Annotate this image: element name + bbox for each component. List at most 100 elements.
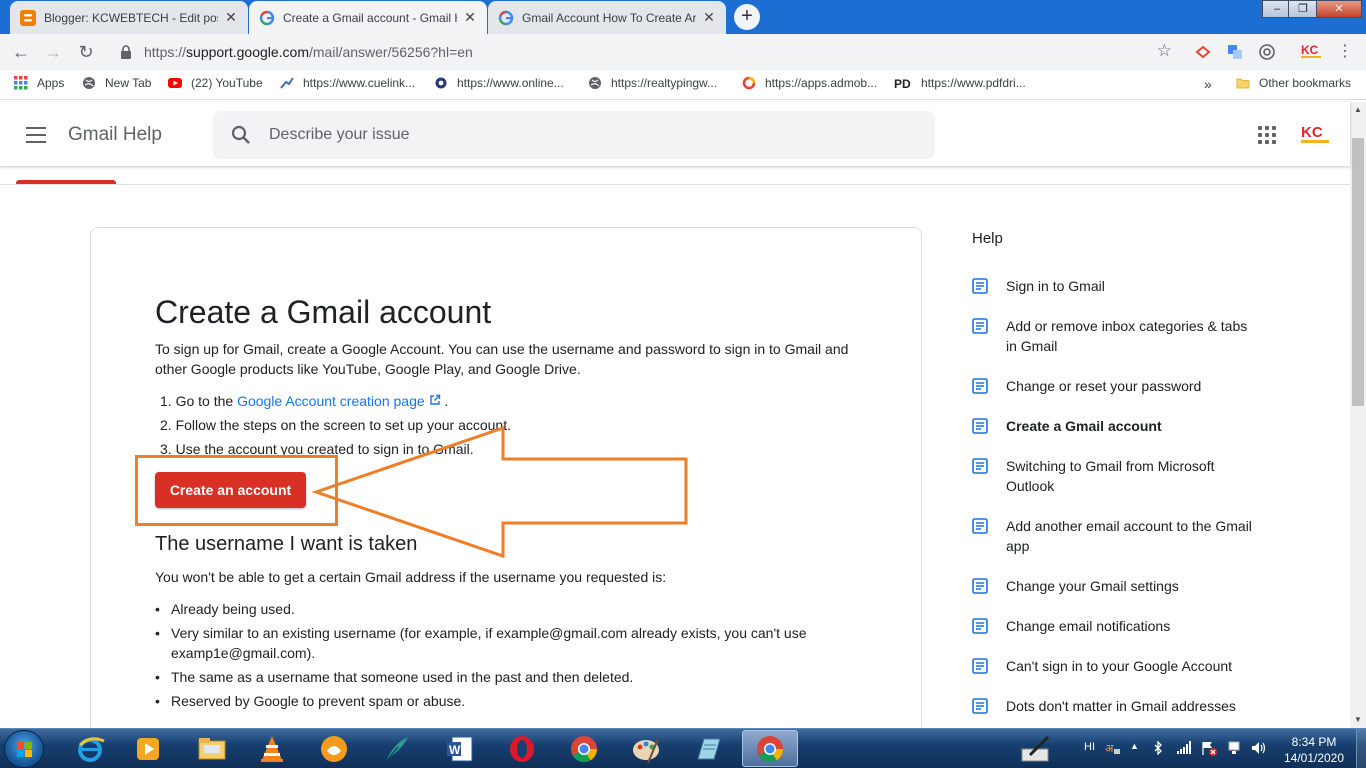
vlc-icon[interactable] [256, 733, 288, 765]
start-button[interactable] [4, 730, 44, 768]
extension-at-icon[interactable] [1258, 43, 1276, 61]
close-icon[interactable]: ✕ [463, 9, 477, 26]
show-desktop-button[interactable] [1356, 729, 1366, 768]
window-close-button[interactable]: ✕ [1316, 0, 1362, 18]
scroll-down-icon[interactable]: ▼ [1350, 712, 1366, 728]
scroll-thumb[interactable] [1352, 138, 1364, 406]
system-clock[interactable]: 8:34 PM 14/01/2020 [1278, 734, 1350, 766]
maximize-button[interactable]: ❐ [1288, 0, 1318, 18]
sidebar-item[interactable]: Create a Gmail account [972, 416, 1262, 436]
bookmark-apps[interactable]: Apps [14, 76, 64, 90]
chrome-icon[interactable] [568, 733, 600, 765]
tray-expand-icon[interactable]: ▲ [1130, 741, 1139, 751]
search-input[interactable] [269, 126, 869, 144]
sidebar-item[interactable]: Change your Gmail settings [972, 576, 1262, 596]
menu-kebab-icon[interactable]: ⋮ [1334, 41, 1356, 63]
divider [0, 184, 1350, 185]
close-icon[interactable]: ✕ [224, 9, 238, 26]
sidebar-item[interactable]: Add or remove inbox categories & tabs in… [972, 316, 1262, 356]
extension-red-icon[interactable] [1194, 43, 1212, 61]
network-icon[interactable] [1226, 740, 1242, 756]
bookmark-star-icon[interactable]: ☆ [1157, 41, 1172, 61]
sidebar-item[interactable]: Can't sign in to your Google Account [972, 656, 1262, 676]
sidebar-item[interactable]: Add another email account to the Gmail a… [972, 516, 1262, 556]
clock-date: 14/01/2020 [1283, 751, 1345, 765]
tab-gmail-howto[interactable]: Gmail Account How To Create Ar ✕ [488, 1, 726, 34]
pen-input-icon[interactable] [1020, 735, 1054, 763]
sidebar-item[interactable]: Sign in to Gmail [972, 276, 1262, 296]
paint-icon[interactable] [630, 733, 662, 765]
bookmark-label: https://realtypingw... [611, 76, 718, 90]
bookmark-label: https://apps.admob... [765, 76, 878, 90]
bookmark-admob[interactable]: https://apps.admob... [742, 76, 877, 90]
bookmark-online[interactable]: https://www.online... [434, 76, 564, 90]
account-avatar-kc-logo[interactable]: KC [1298, 122, 1332, 146]
google-apps-icon[interactable] [1258, 126, 1276, 144]
notepad-icon[interactable] [692, 733, 724, 765]
scroll-up-icon[interactable]: ▲ [1350, 102, 1366, 118]
windows-taskbar: W HI अ ▲ 8:34 PM 14/01/2020 [0, 728, 1366, 768]
hamburger-menu-icon[interactable] [26, 127, 46, 143]
globe-icon [83, 77, 95, 89]
sidebar-item-label: Change email notifications [1006, 618, 1171, 634]
article-intro: To sign up for Gmail, create a Google Ac… [155, 341, 849, 377]
bookmark-pdfdrive[interactable]: PD https://www.pdfdri... [894, 76, 1026, 90]
bookmark-youtube[interactable]: (22) YouTube [168, 76, 263, 90]
bookmarks-bar: Apps New Tab (22) YouTube https://www.cu… [0, 70, 1366, 100]
tab-create-gmail[interactable]: Create a Gmail account - Gmail H ✕ [249, 1, 487, 34]
quill-icon[interactable] [380, 733, 412, 765]
media-player-icon[interactable] [132, 733, 164, 765]
kc-extension-icon[interactable]: KC [1300, 42, 1324, 60]
globe-icon [589, 77, 601, 89]
address-bar[interactable]: https://support.google.com/mail/answer/5… [108, 37, 1182, 67]
word-icon[interactable]: W [444, 733, 476, 765]
language-indicator[interactable]: HI [1084, 741, 1095, 753]
svg-text:KC: KC [1301, 124, 1323, 141]
youtube-icon [168, 78, 182, 88]
account-creation-link[interactable]: Google Account creation page [237, 393, 425, 409]
sidebar-item-label: Sign in to Gmail [1006, 278, 1105, 294]
sidebar-item[interactable]: Change email notifications [972, 616, 1262, 636]
back-icon[interactable]: ← [10, 41, 32, 63]
other-bookmarks-folder[interactable]: Other bookmarks [1236, 76, 1351, 90]
online-icon [435, 77, 447, 89]
tab-blogger[interactable]: Blogger: KCWEBTECH - Edit post ✕ [10, 1, 248, 34]
new-tab-button[interactable]: + [734, 4, 760, 30]
file-explorer-icon[interactable] [196, 733, 228, 765]
blogger-icon [20, 9, 36, 26]
bookmark-cuelinks[interactable]: https://www.cuelink... [280, 76, 415, 90]
bluetooth-icon[interactable] [1152, 741, 1164, 755]
bookmark-label: https://www.pdfdri... [921, 76, 1026, 90]
close-icon[interactable]: ✕ [702, 9, 716, 26]
step-item: 2. Follow the steps on the screen to set… [160, 413, 511, 437]
sidebar-item[interactable]: Change or reset your password [972, 376, 1262, 396]
help-header: Gmail Help KC [0, 102, 1350, 166]
article-doc-icon [972, 698, 988, 714]
sub-intro: You won't be able to get a certain Gmail… [155, 569, 667, 585]
opera-icon[interactable] [506, 733, 538, 765]
bookmark-new-tab[interactable]: New Tab [82, 76, 151, 90]
ime-icon[interactable]: अ [1104, 740, 1122, 756]
signal-icon[interactable] [1176, 741, 1192, 755]
bookmark-label: https://www.online... [457, 76, 564, 90]
bullet-list: • Already being used. • Very similar to an… [155, 599, 855, 715]
vertical-scrollbar[interactable]: ▲ ▼ [1350, 102, 1366, 728]
bookmark-realtyping[interactable]: https://realtypingw... [588, 76, 717, 90]
article-doc-icon [972, 278, 988, 294]
sidebar-item[interactable]: Dots don't matter in Gmail addresses [972, 696, 1262, 716]
more-bookmarks-chevron-icon[interactable]: » [1204, 76, 1212, 92]
extension-translate-icon[interactable] [1226, 43, 1244, 61]
list-item: • The same as a username that someone use… [155, 667, 855, 691]
search-box[interactable] [213, 111, 935, 159]
forward-icon[interactable]: → [42, 41, 64, 63]
ie-icon[interactable] [74, 733, 106, 765]
uc-browser-icon[interactable] [318, 733, 350, 765]
action-center-flag-icon[interactable] [1200, 740, 1218, 756]
sidebar-item[interactable]: Switching to Gmail from Microsoft Outloo… [972, 456, 1262, 496]
reload-icon[interactable]: ↻ [75, 41, 97, 63]
chrome-active-icon[interactable] [754, 733, 786, 765]
sidebar-item-label: Can't sign in to your Google Account [1006, 658, 1233, 674]
page-title[interactable]: Gmail Help [68, 124, 162, 146]
volume-icon[interactable] [1250, 740, 1268, 756]
article-doc-icon [972, 318, 988, 334]
